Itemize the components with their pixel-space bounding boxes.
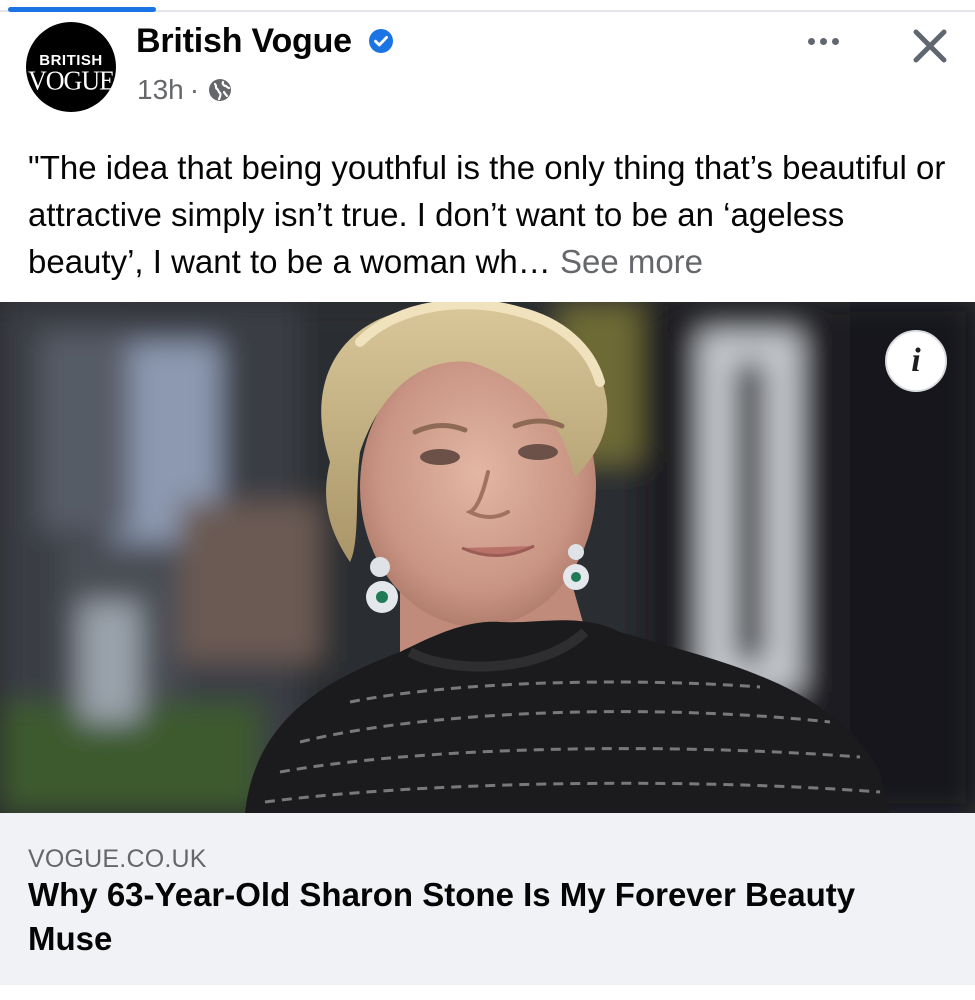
post-timestamp[interactable]: 13h — [137, 74, 184, 106]
facebook-post-page: BRITISH VOGUE British Vogue 13h · "The i… — [0, 0, 975, 1000]
more-options-icon[interactable] — [800, 26, 846, 56]
close-icon[interactable] — [904, 20, 956, 72]
meta-separator: · — [189, 74, 200, 105]
post-message: "The idea that being youthful is the onl… — [28, 144, 958, 285]
avatar[interactable]: BRITISH VOGUE — [26, 22, 116, 112]
globe-icon — [209, 79, 232, 101]
link-preview-card[interactable]: VOGUE.CO.UK Why 63-Year-Old Sharon Stone… — [0, 813, 975, 985]
tab-indicator — [8, 7, 156, 12]
link-domain: VOGUE.CO.UK — [28, 845, 207, 873]
post-meta: 13h · — [137, 72, 233, 108]
avatar-text-bottom: VOGUE — [28, 65, 115, 96]
page-name-link[interactable]: British Vogue — [136, 22, 352, 61]
see-more-link[interactable]: See more — [560, 243, 703, 280]
info-icon[interactable]: i — [885, 330, 947, 392]
bottom-spacer — [0, 985, 975, 1000]
post-message-text: "The idea that being youthful is the onl… — [28, 149, 946, 280]
post-photo[interactable] — [0, 302, 975, 813]
verified-badge-icon — [369, 29, 393, 53]
post-header: BRITISH VOGUE British Vogue 13h · — [0, 14, 975, 124]
link-title[interactable]: Why 63-Year-Old Sharon Stone Is My Forev… — [28, 873, 928, 961]
